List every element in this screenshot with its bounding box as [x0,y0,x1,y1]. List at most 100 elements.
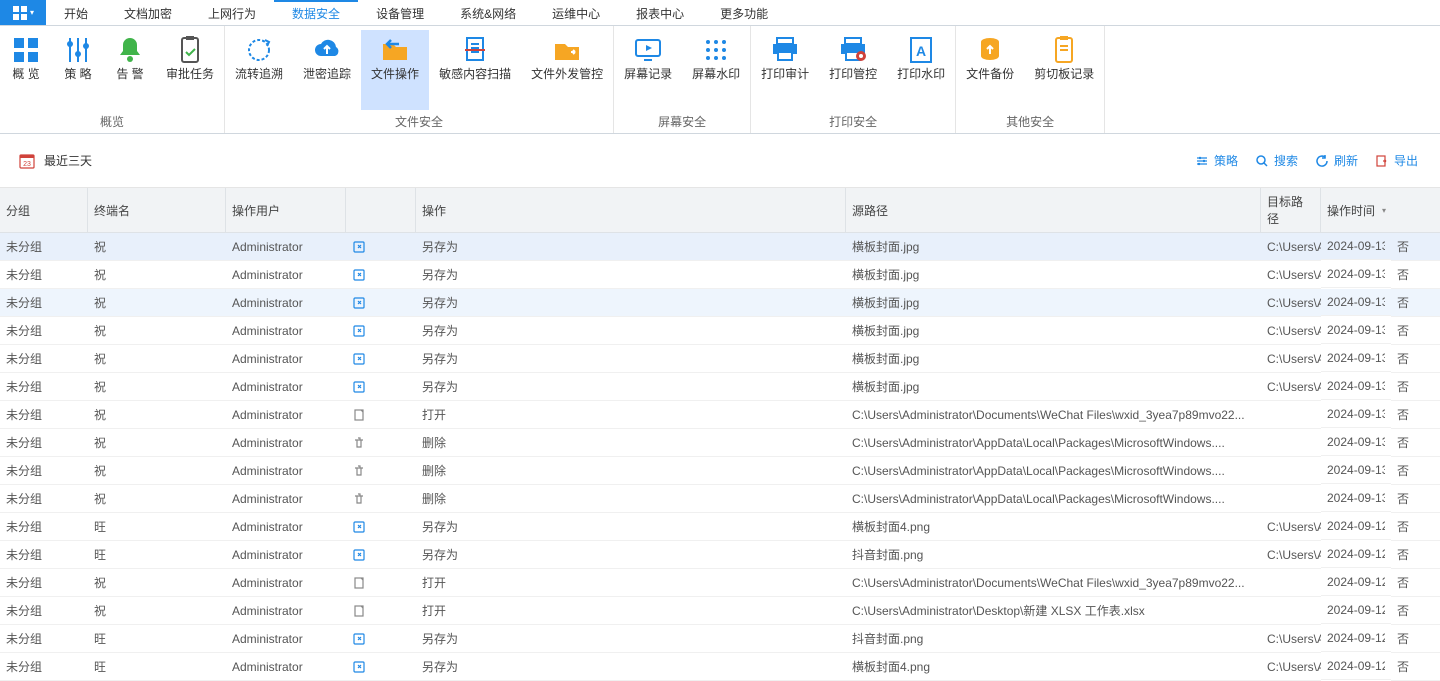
cell-group: 未分组 [0,233,88,261]
cell-group: 未分组 [0,513,88,541]
cell-group: 未分组 [0,541,88,569]
column-header-opicon[interactable] [346,188,416,233]
menu-tab-3[interactable]: 数据安全 [274,0,358,25]
date-range-label[interactable]: 最近三天 [44,152,92,169]
cell-opicon [346,429,416,457]
op-open-icon [352,604,366,618]
cell-terminal: 祝 [88,261,226,289]
column-header-terminal[interactable]: 终端名 [88,188,226,233]
cell-user: Administrator [226,261,346,289]
cell-terminal: 旺 [88,653,226,681]
ribbon-btn-db-up[interactable]: 文件备份 [956,30,1024,110]
app-menu-button[interactable] [0,0,46,25]
cell-dst: C:\Users\Administrator\Desktop\横板封面4.jpg [1261,289,1321,317]
ribbon-btn-dots[interactable]: 屏幕水印 [682,30,750,110]
clipboard-icon [174,34,206,66]
op-save-icon [352,352,366,366]
cell-user: Administrator [226,485,346,513]
cell-group: 未分组 [0,429,88,457]
menu-tab-1[interactable]: 文档加密 [106,0,190,25]
cell-dst [1261,597,1321,625]
refresh-button[interactable]: 刷新 [1310,150,1362,171]
cell-src: 横板封面.jpg [846,261,1261,289]
ribbon-btn-folder-arrow[interactable]: 文件操作 [361,30,429,110]
doc-scan-icon [459,34,491,66]
cell-usb: 否 [1391,261,1440,289]
ribbon-btn-rotate[interactable]: 流转追溯 [225,30,293,110]
ribbon-btn-printer[interactable]: 打印审计 [751,30,819,110]
menu-tab-7[interactable]: 报表中心 [618,0,702,25]
cell-user: Administrator [226,345,346,373]
cell-user: Administrator [226,569,346,597]
cell-src: C:\Users\Administrator\AppData\Local\Pac… [846,485,1261,513]
bell-icon [114,34,146,66]
op-save-icon [352,660,366,674]
sliders-icon [1194,153,1210,169]
cell-dst: C:\Users\Administrator\Desktop\封面\九月\9.1… [1261,653,1321,681]
cell-opicon [346,569,416,597]
column-header-user[interactable]: 操作用户 [226,188,346,233]
cell-dst [1261,485,1321,513]
ribbon-btn-cloud-up[interactable]: 泄密追踪 [293,30,361,110]
ribbon-btn-clipboard2[interactable]: 剪切板记录 [1024,30,1104,110]
cell-opicon [346,625,416,653]
cell-time: 2024-09-12 17:57:44 [1321,541,1391,568]
ribbon-btn-doc-scan[interactable]: 敏感内容扫描 [429,30,521,110]
cell-usb: 否 [1391,345,1440,373]
ribbon-btn-printer-gear[interactable]: 打印管控 [819,30,887,110]
grid-icon [10,34,42,66]
strategy-button[interactable]: 策略 [1190,150,1242,171]
column-header-group[interactable]: 分组 [0,188,88,233]
ribbon-btn-folder-out[interactable]: 文件外发管控 [521,30,613,110]
cell-opicon [346,373,416,401]
cell-group: 未分组 [0,345,88,373]
menu-tab-6[interactable]: 运维中心 [534,0,618,25]
menu-tab-2[interactable]: 上网行为 [190,0,274,25]
letter-a-icon: A [905,34,937,66]
menu-tab-4[interactable]: 设备管理 [358,0,442,25]
ribbon: 概 览策 略告 警审批任务概览流转追溯泄密追踪文件操作敏感内容扫描文件外发管控文… [0,26,1440,134]
export-icon [1374,153,1390,169]
cell-usb: 否 [1391,653,1440,681]
db-up-icon [974,34,1006,66]
cell-op: 另存为 [416,289,846,317]
ribbon-btn-sliders[interactable]: 策 略 [52,30,104,110]
op-open-icon [352,408,366,422]
cell-usb: 否 [1391,541,1440,569]
ribbon-btn-grid[interactable]: 概 览 [0,30,52,110]
cell-src: 横板封面.jpg [846,233,1261,261]
op-delete-icon [352,436,366,450]
menu-tab-8[interactable]: 更多功能 [702,0,786,25]
cell-op: 打开 [416,401,846,429]
cell-usb: 否 [1391,597,1440,625]
cell-group: 未分组 [0,485,88,513]
column-header-op[interactable]: 操作 [416,188,846,233]
cell-op: 另存为 [416,317,846,345]
cell-src: C:\Users\Administrator\Documents\WeChat … [846,401,1261,429]
cell-opicon [346,261,416,289]
cell-op: 另存为 [416,541,846,569]
column-header-src[interactable]: 源路径 [846,188,1261,233]
cell-opicon [346,541,416,569]
cell-opicon [346,513,416,541]
search-button[interactable]: 搜索 [1250,150,1302,171]
export-button[interactable]: 导出 [1370,150,1422,171]
column-header-dst[interactable]: 目标路径 [1261,188,1321,233]
menu-tab-5[interactable]: 系统&网络 [442,0,534,25]
menu-tab-0[interactable]: 开始 [46,0,106,25]
cell-dst [1261,569,1321,597]
search-icon [1254,153,1270,169]
cell-op: 另存为 [416,625,846,653]
cell-opicon [346,345,416,373]
ribbon-btn-monitor-play[interactable]: 屏幕记录 [614,30,682,110]
column-header-time[interactable]: 操作时间 [1321,188,1440,233]
cell-terminal: 祝 [88,457,226,485]
cell-src: 抖音封面.png [846,541,1261,569]
op-save-icon [352,268,366,282]
ribbon-btn-bell[interactable]: 告 警 [104,30,156,110]
ribbon-btn-clipboard[interactable]: 审批任务 [156,30,224,110]
op-open-icon [352,576,366,590]
cell-op: 删除 [416,429,846,457]
ribbon-btn-letter-a[interactable]: A打印水印 [887,30,955,110]
op-save-icon [352,632,366,646]
